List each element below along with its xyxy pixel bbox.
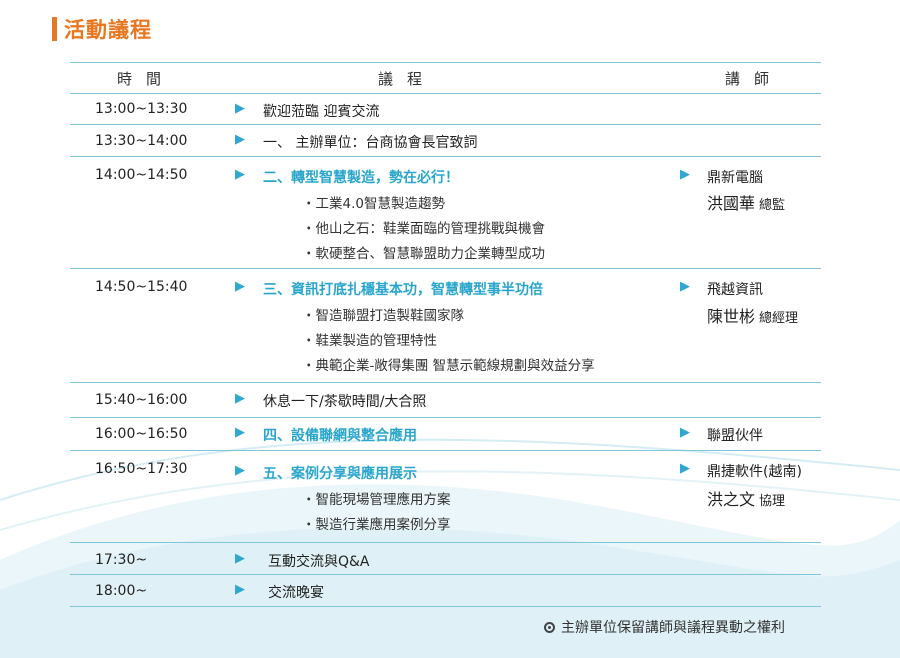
row-main: 交流晚宴 — [268, 585, 324, 601]
row-sub-item: ・典範企業-敞得集團 智慧示範線規劃與效益分享 — [302, 358, 595, 374]
table-row: 14:00~14:50 ▶ 二、轉型智慧製造，勢在必行！ ・工業4.0智慧製造趨… — [70, 157, 821, 269]
page-title: 活動議程 — [52, 16, 152, 42]
table-row: 16:50~17:30 ▶ 五、案例分享與應用展示 ・智能現場管理應用方案 ・製… — [70, 451, 821, 543]
row-main: 五、案例分享與應用展示 — [263, 466, 417, 482]
agenda-table: 時間 議程 講師 13:00~13:30 ▶ 歡迎蒞臨 迎賓交流 13:30~1… — [70, 62, 821, 607]
play-arrow-icon: ▶ — [235, 279, 245, 294]
row-sub-item: ・鞋業製造的管理特性 — [302, 333, 437, 349]
speaker-title: 協理 — [759, 494, 786, 509]
play-arrow-icon: ▶ — [235, 425, 245, 440]
speaker-name: 洪之文 — [707, 490, 756, 509]
row-main: 歡迎蒞臨 迎賓交流 — [263, 104, 380, 120]
play-arrow-icon: ▶ — [680, 279, 690, 294]
table-header: 時間 議程 講師 — [70, 62, 821, 94]
table-row: 16:00~16:50 ▶ 四、設備聯網與整合應用 ▶ 聯盟伙伴 — [70, 418, 821, 451]
speaker-company: 聯盟伙伴 — [707, 428, 763, 444]
table-row: 15:40~16:00 ▶ 休息一下/茶歇時間/大合照 — [70, 383, 821, 418]
row-time: 15:40~16:00 — [95, 392, 188, 408]
row-main: 二、轉型智慧製造，勢在必行！ — [263, 170, 459, 186]
speaker-title: 總經理 — [759, 311, 799, 326]
table-row: 13:00~13:30 ▶ 歡迎蒞臨 迎賓交流 — [70, 94, 821, 125]
row-sub-item: ・製造行業應用案例分享 — [302, 517, 451, 533]
row-sub-item: ・工業4.0智慧製造趨勢 — [302, 196, 445, 212]
row-time: 17:30~ — [95, 552, 148, 568]
play-arrow-icon: ▶ — [680, 425, 690, 440]
table-row: 18:00~ ▶ 交流晚宴 — [70, 575, 821, 607]
play-arrow-icon: ▶ — [235, 167, 245, 182]
footnote: 主辦單位保留講師與議程異動之權利 — [544, 617, 785, 637]
play-arrow-icon: ▶ — [235, 101, 245, 116]
speaker-title: 總監 — [759, 198, 786, 213]
circle-mark-icon — [544, 621, 555, 633]
row-time: 18:00~ — [95, 583, 148, 599]
row-sub-item: ・智能現場管理應用方案 — [302, 492, 451, 508]
header-speaker: 講師 — [725, 70, 784, 88]
play-arrow-icon: ▶ — [680, 167, 690, 182]
row-main: 互動交流與Q&A — [268, 554, 370, 570]
row-time: 13:30~14:00 — [95, 133, 188, 149]
row-sub-item: ・智造聯盟打造製鞋國家隊 — [302, 308, 464, 324]
play-arrow-icon: ▶ — [235, 132, 245, 147]
speaker-company: 鼎新電腦 — [707, 170, 763, 186]
row-time: 16:50~17:30 — [95, 461, 188, 477]
speaker-name: 陳世彬 — [707, 307, 756, 326]
row-time: 16:00~16:50 — [95, 426, 188, 442]
row-main: 一、 主辦單位：台商協會長官致詞 — [263, 135, 478, 151]
row-time: 14:00~14:50 — [95, 167, 188, 183]
page-title-text: 活動議程 — [64, 18, 152, 42]
table-row: 14:50~15:40 ▶ 三、資訊打底扎穩基本功，智慧轉型事半功倍 ・智造聯盟… — [70, 269, 821, 383]
header-agenda: 議程 — [378, 70, 437, 88]
table-row: 17:30~ ▶ 互動交流與Q&A — [70, 543, 821, 575]
play-arrow-icon: ▶ — [680, 461, 690, 476]
footnote-text: 主辦單位保留講師與議程異動之權利 — [561, 620, 785, 636]
row-sub-item: ・軟硬整合、智慧聯盟助力企業轉型成功 — [302, 246, 545, 262]
speaker-company: 飛越資訊 — [707, 282, 763, 298]
row-sub-item: ・他山之石：鞋業面臨的管理挑戰與機會 — [302, 221, 545, 237]
play-arrow-icon: ▶ — [235, 551, 245, 566]
table-row: 13:30~14:00 ▶ 一、 主辦單位：台商協會長官致詞 — [70, 125, 821, 157]
speaker-name-line: 洪國華 總監 — [707, 190, 785, 214]
row-main: 四、設備聯網與整合應用 — [263, 428, 417, 444]
row-time: 14:50~15:40 — [95, 279, 188, 295]
title-accent-bar — [52, 17, 57, 41]
row-main: 三、資訊打底扎穩基本功，智慧轉型事半功倍 — [263, 282, 543, 298]
play-arrow-icon: ▶ — [235, 582, 245, 597]
play-arrow-icon: ▶ — [235, 391, 245, 406]
speaker-name: 洪國華 — [707, 194, 756, 213]
speaker-company: 鼎捷軟件(越南) — [707, 464, 802, 480]
speaker-name-line: 洪之文 協理 — [707, 486, 785, 510]
row-time: 13:00~13:30 — [95, 101, 188, 117]
row-main: 休息一下/茶歇時間/大合照 — [263, 394, 427, 410]
speaker-name-line: 陳世彬 總經理 — [707, 303, 798, 327]
header-time: 時間 — [117, 70, 176, 88]
play-arrow-icon: ▶ — [235, 463, 245, 478]
